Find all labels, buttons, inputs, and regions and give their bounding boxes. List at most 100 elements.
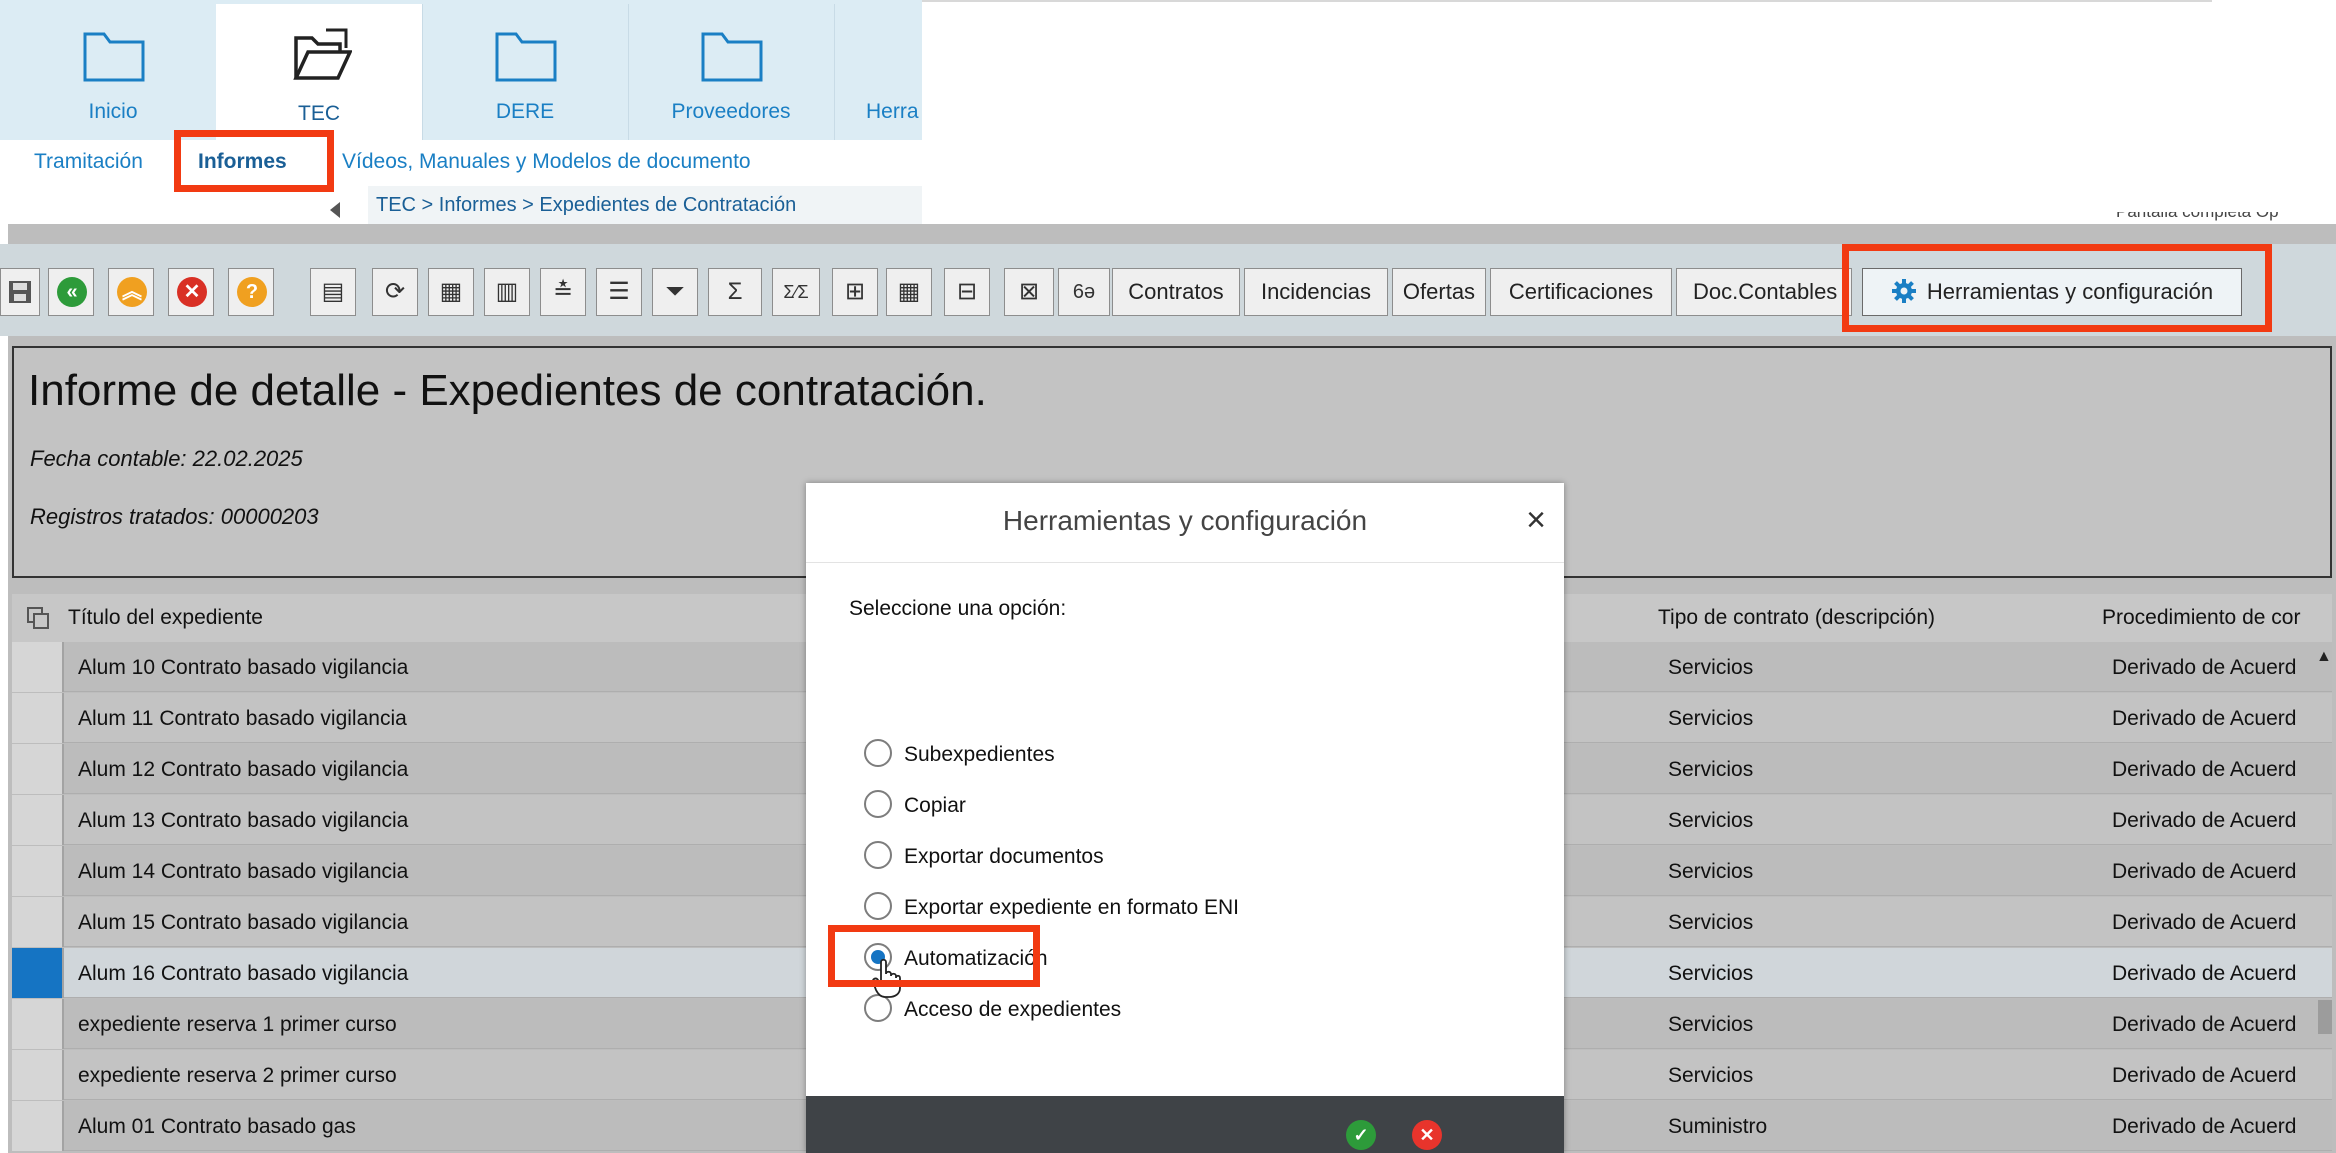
- column-header-titulo[interactable]: Título del expediente: [68, 606, 263, 630]
- row-selector[interactable]: [12, 693, 64, 743]
- subnav-tramitacion[interactable]: Tramitación: [34, 150, 143, 174]
- nav-tab-label: Herra: [866, 100, 919, 123]
- breadcrumb[interactable]: TEC > Informes > Expedientes de Contrata…: [376, 194, 796, 217]
- row-selector[interactable]: [12, 897, 64, 947]
- report-title: Informe de detalle - Expedientes de cont…: [28, 366, 987, 415]
- top-navigation: Inicio TEC DERE Proveedores Herra: [0, 0, 922, 140]
- breadcrumb-bar: TEC > Informes > Expedientes de Contrata…: [0, 186, 922, 224]
- up-button[interactable]: ︽: [108, 268, 154, 316]
- row-selector[interactable]: [12, 1050, 64, 1100]
- fullscreen-link[interactable]: Pantalla completa Op: [2116, 212, 2279, 222]
- top-border-line: [922, 0, 2212, 2]
- group-icon: ☰: [608, 278, 630, 305]
- scroll-up-icon[interactable]: ▲: [2316, 648, 2332, 666]
- row-selector[interactable]: [12, 642, 64, 692]
- align-icon: ≛: [552, 278, 574, 305]
- certificaciones-button[interactable]: Certificaciones: [1490, 268, 1672, 316]
- excel-icon: ⊞: [844, 278, 866, 305]
- align-button[interactable]: ≛: [540, 268, 586, 316]
- group-button[interactable]: ☰: [596, 268, 642, 316]
- radio-button[interactable]: [864, 994, 892, 1022]
- row-selector[interactable]: [12, 846, 64, 896]
- cell-tipo: Servicios: [1668, 1064, 1754, 1087]
- details-button[interactable]: ▤: [310, 268, 356, 316]
- cell-titulo: Alum 15 Contrato basado vigilancia: [78, 911, 409, 934]
- highlight-tools-button: [1842, 244, 2272, 332]
- view-button[interactable]: 6ə: [1058, 268, 1110, 316]
- cell-procedimiento: Derivado de Acuerd: [2112, 656, 2297, 679]
- filter-icon: ⏷: [665, 278, 685, 305]
- subnav-videos-manuales[interactable]: Vídeos, Manuales y Modelos de documento: [342, 150, 751, 174]
- doc-contables-button[interactable]: Doc.Contables: [1676, 268, 1852, 316]
- save-icon: [9, 281, 31, 303]
- application-left-edge: [0, 224, 8, 1153]
- incidencias-button[interactable]: Incidencias: [1244, 268, 1388, 316]
- cell-procedimiento: Derivado de Acuerd: [2112, 758, 2297, 781]
- radio-button[interactable]: [864, 790, 892, 818]
- sub-navigation: Tramitación Informes Vídeos, Manuales y …: [0, 140, 922, 186]
- nav-tab-tec[interactable]: TEC: [216, 4, 422, 140]
- sum-button[interactable]: Σ: [708, 268, 762, 316]
- radio-button[interactable]: [864, 739, 892, 767]
- option-label: Acceso de expedientes: [904, 998, 1122, 1021]
- row-selector[interactable]: [12, 1101, 64, 1151]
- details-icon: ▤: [321, 278, 345, 305]
- subtotal-icon: Σ⁄Σ: [783, 282, 809, 302]
- cancel-toolbar-button[interactable]: ✕: [168, 268, 214, 316]
- cell-tipo: Servicios: [1668, 656, 1754, 679]
- layout-button[interactable]: ▦: [886, 268, 932, 316]
- confirm-icon[interactable]: ✓: [1346, 1120, 1376, 1150]
- scrollbar-thumb[interactable]: [2318, 1000, 2332, 1034]
- cell-tipo: Servicios: [1668, 911, 1754, 934]
- close-icon[interactable]: ×: [1526, 503, 1546, 537]
- cancel-dialog-icon[interactable]: ✕: [1412, 1120, 1442, 1150]
- back-button[interactable]: «: [48, 268, 94, 316]
- row-selector[interactable]: [12, 999, 64, 1049]
- sort-asc-button[interactable]: ▦: [428, 268, 474, 316]
- ofertas-button[interactable]: Ofertas: [1392, 268, 1486, 316]
- export-excel-button[interactable]: ⊞: [832, 268, 878, 316]
- contratos-button[interactable]: Contratos: [1112, 268, 1240, 316]
- back-icon: «: [57, 277, 87, 307]
- row-selector[interactable]: [12, 948, 64, 998]
- sigma-icon: Σ: [727, 278, 743, 305]
- nav-tab-proveedores[interactable]: Proveedores: [628, 4, 834, 140]
- radio-button[interactable]: [864, 841, 892, 869]
- help-button[interactable]: ?: [228, 268, 274, 316]
- manage-layout-button[interactable]: ⊠: [1004, 268, 1054, 316]
- row-selector[interactable]: [12, 795, 64, 845]
- folder-icon: [495, 32, 557, 82]
- fecha-contable: Fecha contable: 22.02.2025: [30, 446, 303, 471]
- choose-layout-button[interactable]: ⊟: [944, 268, 990, 316]
- cell-tipo: Servicios: [1668, 860, 1754, 883]
- sort-desc-button[interactable]: ▥: [484, 268, 530, 316]
- cell-tipo: Servicios: [1668, 707, 1754, 730]
- cell-titulo: expediente reserva 1 primer curso: [78, 1013, 397, 1036]
- breadcrumb-back-icon[interactable]: [330, 202, 340, 218]
- radio-button[interactable]: [864, 892, 892, 920]
- glasses-icon: 6ə: [1072, 281, 1096, 303]
- cell-procedimiento: Derivado de Acuerd: [2112, 860, 2297, 883]
- sort-desc-icon: ▥: [495, 278, 519, 305]
- filter-button[interactable]: ⏷: [652, 268, 698, 316]
- nav-tab-dere[interactable]: DERE: [422, 4, 628, 140]
- save-button[interactable]: [0, 268, 40, 316]
- dialog-footer: ✓ ✕: [806, 1096, 1564, 1153]
- sort-asc-icon: ▦: [439, 278, 463, 305]
- folder-icon: [701, 32, 763, 82]
- cell-procedimiento: Derivado de Acuerd: [2112, 1115, 2297, 1138]
- highlight-automatizacion: [828, 925, 1040, 987]
- option-label: Exportar expediente en formato ENI: [904, 896, 1240, 919]
- nav-tab-label: DERE: [495, 100, 555, 123]
- nav-tab-herramientas[interactable]: Herra: [834, 4, 922, 140]
- highlight-informes: [174, 130, 334, 192]
- nav-tab-inicio[interactable]: Inicio: [10, 4, 216, 140]
- row-selector[interactable]: [12, 744, 64, 794]
- folder-icon: [83, 32, 145, 82]
- select-all-icon[interactable]: [26, 606, 50, 630]
- column-header-procedimiento[interactable]: Procedimiento de cor: [2102, 606, 2300, 630]
- subtotal-button[interactable]: Σ⁄Σ: [772, 268, 820, 316]
- refresh-button[interactable]: ⟳: [372, 268, 418, 316]
- column-header-tipo-contrato[interactable]: Tipo de contrato (descripción): [1658, 606, 1935, 630]
- cell-procedimiento: Derivado de Acuerd: [2112, 1064, 2297, 1087]
